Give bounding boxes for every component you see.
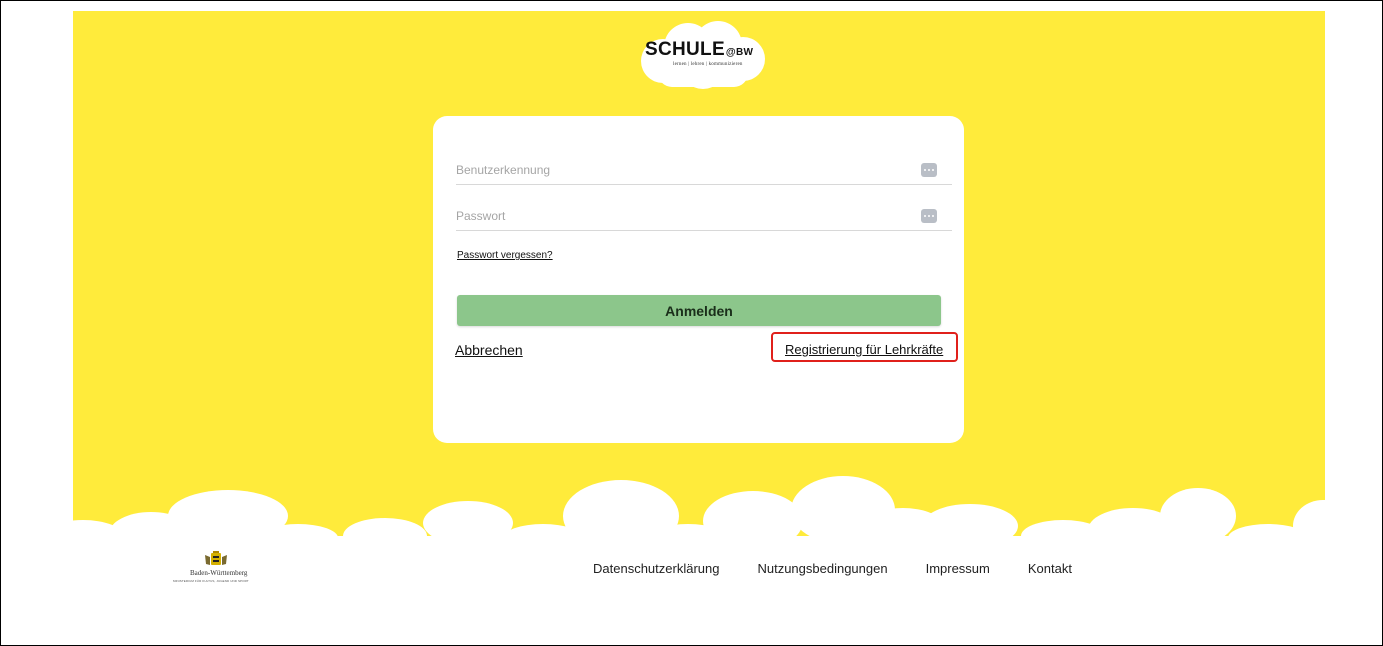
footer-nav: Datenschutzerklärung Nutzungsbedingungen… (593, 561, 1110, 576)
username-field (456, 156, 952, 185)
footer-link-contact[interactable]: Kontakt (1028, 561, 1072, 576)
ministry-name: MINISTERIUM FÜR KULTUS, JUGEND UND SPORT (173, 579, 249, 583)
state-logo: Baden-Württemberg MINISTERIUM FÜR KULTUS… (173, 551, 283, 589)
site-logo: SCHULE@BW (645, 39, 753, 61)
footer-link-terms[interactable]: Nutzungsbedingungen (757, 561, 887, 576)
logo-tagline: lernen | lehren | kommunizieren (673, 62, 743, 67)
keyboard-dots-icon[interactable] (921, 209, 937, 223)
login-page: SCHULE@BW lernen | lehren | kommuniziere… (73, 11, 1325, 589)
password-field (456, 202, 952, 231)
footer-link-privacy[interactable]: Datenschutzerklärung (593, 561, 719, 576)
login-button[interactable]: Anmelden (457, 295, 941, 326)
forgot-password-link[interactable]: Passwort vergessen? (457, 250, 553, 261)
coat-of-arms-icon (205, 551, 227, 565)
footer-clouds (73, 476, 1325, 546)
password-input[interactable] (456, 206, 896, 226)
teacher-registration-link[interactable]: Registrierung für Lehrkräfte (785, 342, 943, 357)
document-frame: SCHULE@BW lernen | lehren | kommuniziere… (0, 0, 1383, 646)
username-input[interactable] (456, 160, 896, 180)
logo-main: SCHULE (645, 39, 725, 60)
keyboard-dots-icon[interactable] (921, 163, 937, 177)
cancel-link[interactable]: Abbrechen (455, 342, 523, 358)
state-name: Baden-Württemberg (190, 569, 248, 577)
login-card: Passwort vergessen? Anmelden Abbrechen R… (433, 116, 964, 443)
footer-link-imprint[interactable]: Impressum (926, 561, 990, 576)
logo-suffix: @BW (725, 47, 754, 58)
